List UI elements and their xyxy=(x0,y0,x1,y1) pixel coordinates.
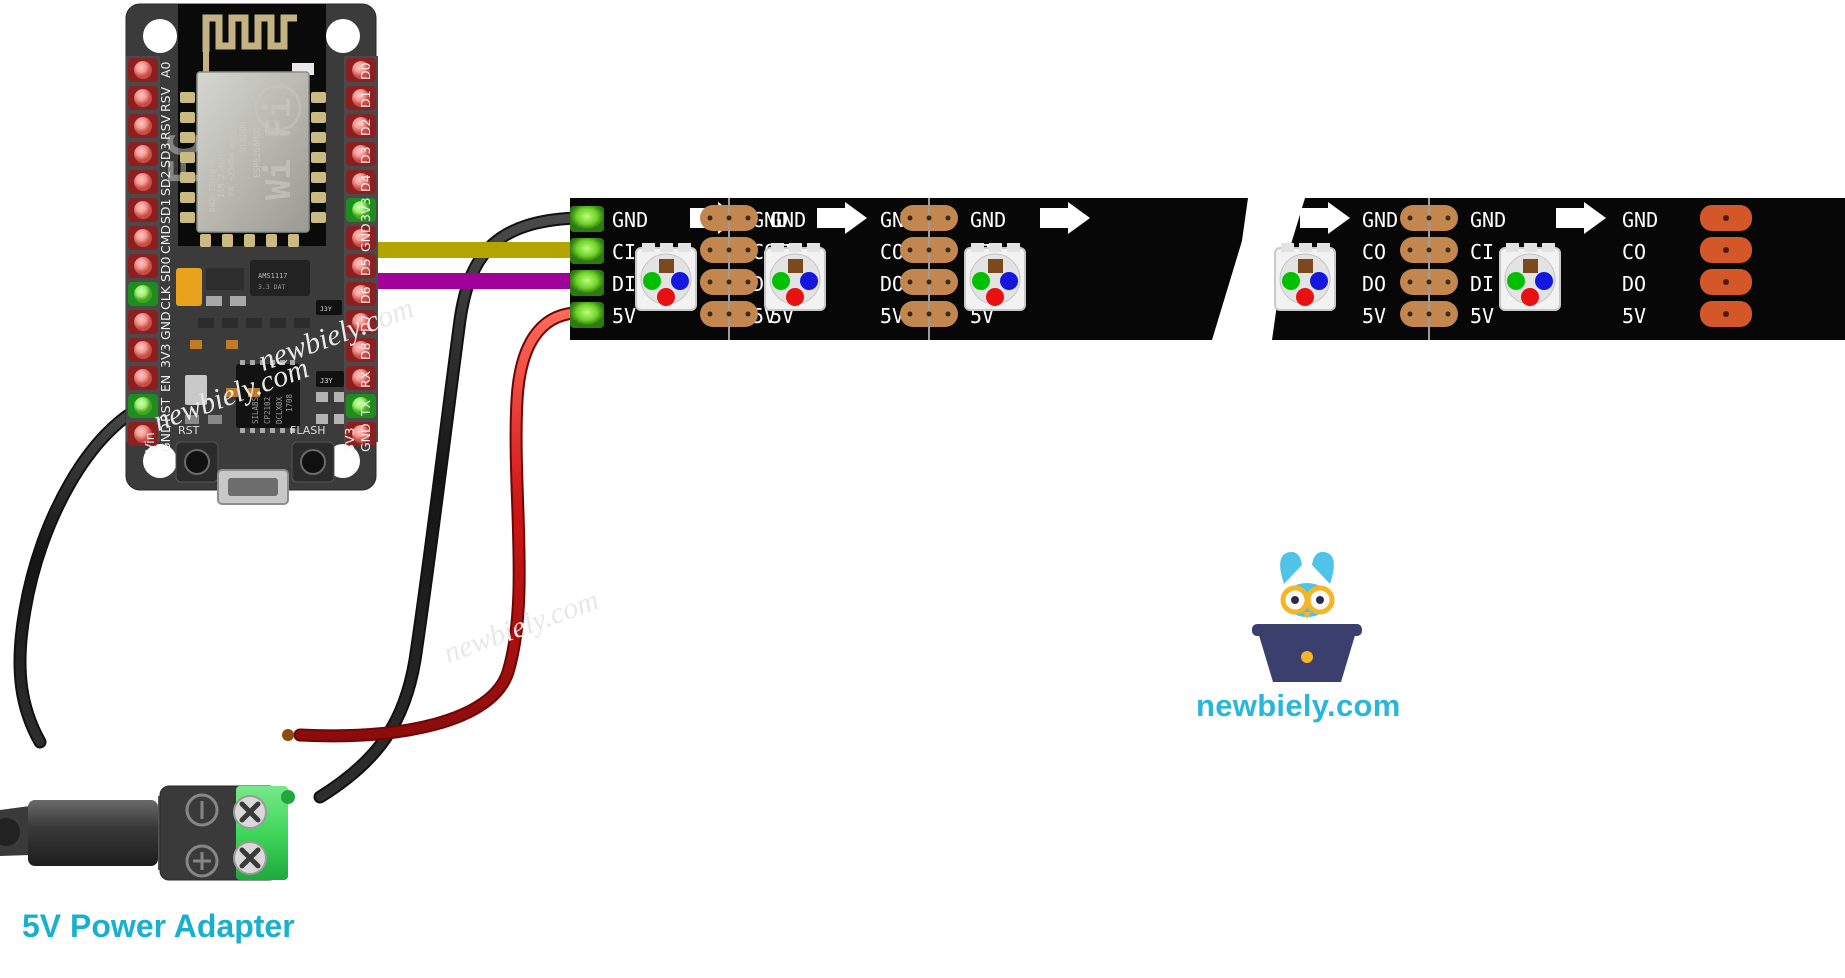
left-pin-label-en: EN xyxy=(158,375,173,392)
seg6-do: DO xyxy=(1622,272,1646,296)
left-pin-header[interactable]: A0 RSV RSV SD3 SD2 SD1 CMD SD0 CLK GND 3… xyxy=(126,56,173,452)
left-pin-label-clk: CLK xyxy=(158,285,173,310)
led-package-3 xyxy=(964,243,1026,311)
seg5-gnd: GND xyxy=(1470,208,1506,232)
strip-input-label-gnd: GND xyxy=(612,208,648,232)
micro-usb-port[interactable] xyxy=(217,469,289,505)
seg4-co: CO xyxy=(1362,240,1386,264)
led-package-4 xyxy=(1274,243,1336,311)
regulator-label: AMS1117 xyxy=(258,272,288,280)
right-pin-label-d5: D5 xyxy=(358,258,373,276)
terminal-node-plus xyxy=(282,729,294,741)
power-adapter[interactable] xyxy=(0,729,295,881)
right-pin-label-d0: D0 xyxy=(358,62,373,80)
led-package-1 xyxy=(635,243,697,311)
flash-button-label: FLASH xyxy=(290,424,326,437)
usb-chip-line-1: CP2102 xyxy=(263,397,272,424)
capacitor xyxy=(176,268,202,306)
diagram-svg: MODEL VENDOR ESP8266MOD ISM 2.4GHz PA +2… xyxy=(0,3,1845,881)
left-pin-label-sd0: SD0 xyxy=(158,256,173,282)
left-pin-label-a0: A0 xyxy=(158,61,173,78)
regulator-sub: 3.3 DAT xyxy=(258,283,285,291)
jumper-j3y-label-2: J3Y xyxy=(320,305,332,313)
seg6-gnd: GND xyxy=(1622,208,1658,232)
brand-text: newbiely.com xyxy=(1196,688,1401,723)
led-package-2 xyxy=(764,243,826,311)
reset-button[interactable] xyxy=(175,441,219,483)
led-strip-right-part[interactable]: GND CO DO 5V GND CI DI 5V GND CO DO 5V xyxy=(1245,198,1845,340)
seg6-co: CO xyxy=(1622,240,1646,264)
seg5-di: DI xyxy=(1470,272,1494,296)
power-adapter-label: 5V Power Adapter xyxy=(22,908,295,944)
left-pin-label-gnd2: GND xyxy=(158,423,173,452)
right-pin-label-d4: D4 xyxy=(358,174,373,192)
chip-text-pa: PA +25dBm xyxy=(227,152,236,196)
right-pin-header[interactable]: D0 D1 D2 D3 D4 3V3 GND D5 D6 D7 D8 RX TX… xyxy=(342,56,378,452)
terminal-screw-1[interactable] xyxy=(233,795,267,829)
right-pin-label-rx: RX xyxy=(358,370,373,388)
left-pin-label-sd2: SD2 xyxy=(158,170,173,196)
right-pin-label-3v3b: 3V3 xyxy=(342,428,357,452)
strip-input-label-5v: 5V xyxy=(612,304,636,328)
chip-text-ism: ISM 2.4GHz xyxy=(217,150,226,198)
chip-text-vendor: VENDOR xyxy=(239,120,249,152)
seg4-5v: 5V xyxy=(1362,304,1386,328)
left-pin-label-rsv1: RSV xyxy=(158,86,173,112)
right-pin-label-d8: D8 xyxy=(358,342,373,360)
seg6-5v: 5V xyxy=(1622,304,1646,328)
seg5-5v: 5V xyxy=(1470,304,1494,328)
left-pin-label-rst: RST xyxy=(158,397,173,422)
terminal-node-minus xyxy=(281,790,295,804)
seg3-gnd: GND xyxy=(970,208,1006,232)
left-pin-label-3v3: 3V3 xyxy=(158,344,173,368)
seg5-ci: CI xyxy=(1470,240,1494,264)
newbiely-owl-logo xyxy=(1252,551,1362,682)
strip-input-label-di: DI xyxy=(612,272,636,296)
right-pin-label-d1: D1 xyxy=(358,90,373,108)
left-pin-label-rsv2: RSV xyxy=(158,114,173,140)
right-pin-label-gnd2: GND xyxy=(358,423,373,452)
right-pin-label-3v3: 3V3 xyxy=(358,198,373,222)
seg4-do: DO xyxy=(1362,272,1386,296)
left-pin-label-cmd: CMD xyxy=(158,225,173,254)
right-pin-label-tx: TX xyxy=(358,399,373,417)
led-package-5 xyxy=(1499,243,1561,311)
jumper-j3y-label: J3Y xyxy=(320,377,333,385)
usb-chip-line-0: SILABS xyxy=(251,396,260,424)
right-pin-label-d6: D6 xyxy=(358,286,373,304)
reset-button-label: RST xyxy=(178,424,200,437)
chip-text-model: MODEL xyxy=(229,122,239,148)
strip-input-label-ci: CI xyxy=(612,240,636,264)
right-pin-label-d3: D3 xyxy=(358,146,373,164)
right-pin-label-d7: D7 xyxy=(358,314,373,332)
terminal-screw-2[interactable] xyxy=(233,841,267,875)
left-pin-label-gnd1: GND xyxy=(158,311,173,340)
usb-chip-line-2: DCLX0X xyxy=(275,396,284,424)
led-strip-left-part[interactable]: GND CI DI 5V GND CO DO 5V xyxy=(570,198,1272,340)
wifi-logo-icon: Wi Fi xyxy=(259,98,299,200)
left-pin-label-sd3: SD3 xyxy=(158,142,173,168)
usb-chip-line-3: 1708 xyxy=(285,393,294,412)
flash-button[interactable] xyxy=(291,441,335,483)
esp8266-nodemcu-board[interactable]: MODEL VENDOR ESP8266MOD ISM 2.4GHz PA +2… xyxy=(125,3,378,505)
wiring-diagram-canvas: MODEL VENDOR ESP8266MOD ISM 2.4GHz PA +2… xyxy=(0,0,1845,978)
seg2-gnd: GND xyxy=(770,208,806,232)
right-pin-label-d2: D2 xyxy=(358,118,373,136)
left-pin-label-vin: Vin xyxy=(142,432,157,452)
left-pin-label-sd1: SD1 xyxy=(158,198,173,224)
right-pin-label-gnd1: GND xyxy=(358,223,373,252)
seg4-gnd: GND xyxy=(1362,208,1398,232)
